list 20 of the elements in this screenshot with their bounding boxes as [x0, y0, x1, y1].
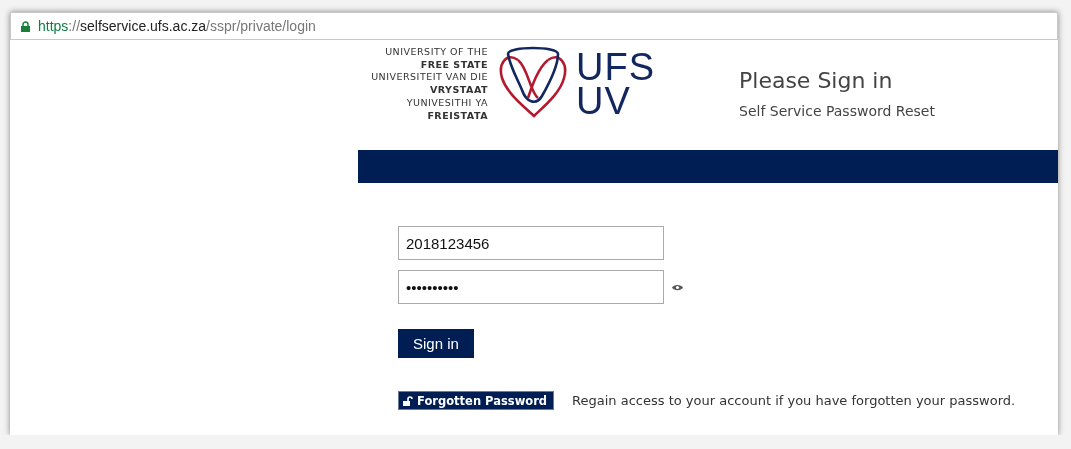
logo-text: YUNIVESITHI YA [406, 96, 488, 110]
logo-text: FREISTATA [427, 109, 488, 123]
logo-text: UNIVERSITY OF THE [385, 46, 488, 59]
username-field[interactable]: 2018123456 [398, 226, 664, 260]
logo-text: FREE STATE [420, 58, 488, 72]
password-field[interactable]: •••••••••• [398, 270, 664, 304]
logo-wordmark: UFS [576, 50, 655, 84]
url-text: https://selfservice.ufs.ac.za/sspr/private/login [38, 18, 316, 34]
forgotten-password-description: Regain access to your account if you have forgotten your password. [572, 393, 1016, 408]
sign-in-button[interactable]: Sign in [398, 329, 474, 358]
heart-logo-icon [498, 46, 568, 118]
page-subtitle: Self Service Password Reset [739, 103, 935, 119]
logo-text: UNIVERSITEIT VAN DIE [371, 71, 488, 85]
forgotten-password-button[interactable]: Forgotten Password [398, 391, 555, 410]
unlock-icon [403, 395, 413, 406]
logo-wordmark: UV [576, 84, 632, 118]
logo-text: VRYSTAAT [429, 84, 488, 97]
page-title: Please Sign in [739, 68, 894, 93]
address-bar[interactable]: https://selfservice.ufs.ac.za/sspr/private/login [10, 12, 1058, 40]
eye-icon[interactable] [672, 283, 683, 291]
